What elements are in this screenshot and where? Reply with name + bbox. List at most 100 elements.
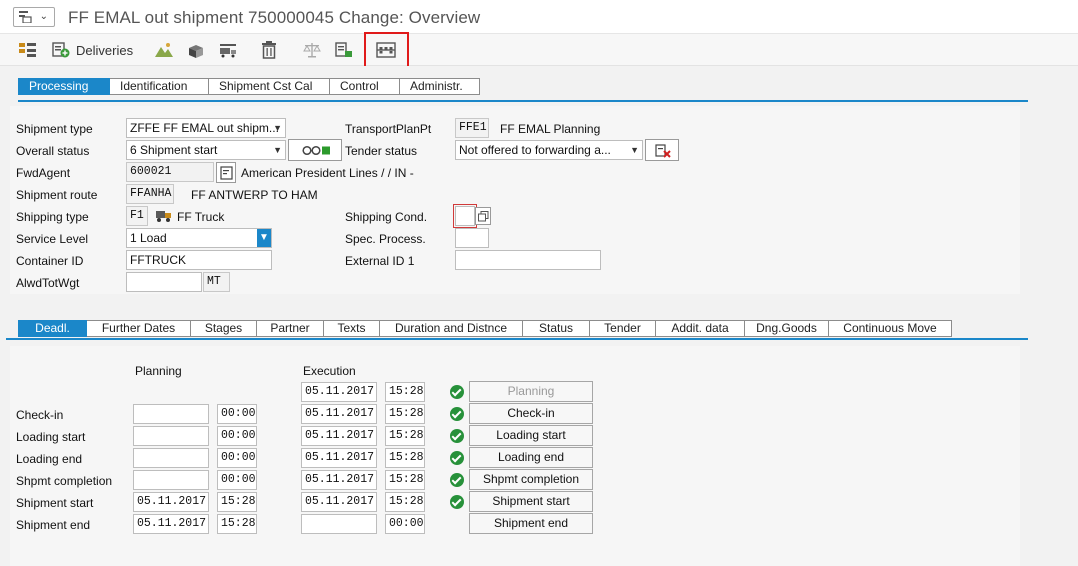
loading-start-button[interactable]: Loading start: [469, 425, 593, 446]
plan-date-field[interactable]: [133, 426, 209, 446]
check-in-button[interactable]: Check-in: [469, 403, 593, 424]
exec-time-field[interactable]: 15:28: [385, 470, 425, 490]
shipment-route-text: FF ANTWERP TO HAM: [191, 188, 318, 202]
planning-button[interactable]: Planning: [469, 381, 593, 402]
deadline-label-loading-end: Loading end: [16, 452, 83, 466]
execution-date-field[interactable]: 05.11.2017: [301, 382, 377, 402]
dropdown-arrow-icon: ▼: [273, 145, 282, 155]
hierarchy-button[interactable]: [18, 39, 38, 61]
exec-date-field[interactable]: 05.11.2017: [301, 404, 377, 424]
plan-date-field[interactable]: [133, 448, 209, 468]
tab-continuous-move[interactable]: Continuous Move: [829, 320, 952, 337]
plan-time-field[interactable]: 00:00: [217, 470, 257, 490]
service-level-select[interactable]: 1 Load ▼: [126, 228, 272, 248]
document-button[interactable]: [334, 39, 354, 61]
exec-time-field[interactable]: 15:28: [385, 426, 425, 446]
tab-tender[interactable]: Tender: [590, 320, 656, 337]
deadline-label-shpmt-completion: Shpmt completion: [16, 474, 113, 488]
dropdown-arrow-icon: ▼: [273, 123, 282, 133]
tab-texts[interactable]: Texts: [324, 320, 380, 337]
alwd-tot-wgt-field[interactable]: [126, 272, 202, 292]
plan-time-field[interactable]: 00:00: [217, 448, 257, 468]
tender-delete-button[interactable]: [645, 139, 679, 161]
dropdown-arrow-icon: ▼: [257, 229, 271, 247]
shipment-type-select[interactable]: ZFFE FF EMAL out shipm... ▼: [126, 118, 286, 138]
plan-time-field[interactable]: 15:28: [217, 514, 257, 534]
external-id-field[interactable]: [455, 250, 601, 270]
exec-date-field[interactable]: [301, 514, 377, 534]
shipment-start-button[interactable]: Shipment start: [469, 491, 593, 512]
container-id-field[interactable]: FFTRUCK: [126, 250, 272, 270]
deliveries-button[interactable]: Deliveries: [51, 39, 133, 61]
shpmt-completion-button[interactable]: Shpmt completion: [469, 469, 593, 490]
plan-date-field[interactable]: 05.11.2017: [133, 514, 209, 534]
balance-button[interactable]: [302, 39, 322, 61]
tab-control[interactable]: Control: [330, 78, 400, 95]
tab-processing[interactable]: Processing: [18, 78, 110, 95]
deadline-label-shipment-start: Shipment start: [16, 496, 94, 510]
exec-time-field[interactable]: 00:00: [385, 514, 425, 534]
planning-header: Planning: [135, 364, 182, 378]
tab-identification[interactable]: Identification: [110, 78, 209, 95]
package-button[interactable]: [186, 39, 206, 61]
plan-time-field[interactable]: 00:00: [217, 404, 257, 424]
menu-button[interactable]: ⌄: [13, 7, 55, 27]
delete-button[interactable]: [260, 39, 278, 61]
exec-date-field[interactable]: 05.11.2017: [301, 492, 377, 512]
plan-date-field[interactable]: [133, 470, 209, 490]
transport-button[interactable]: [218, 39, 238, 61]
fwd-agent-field[interactable]: 600021: [126, 162, 214, 182]
partner-details-button[interactable]: [216, 162, 236, 183]
status-lights-button[interactable]: [288, 139, 342, 161]
page-title: FF EMAL out shipment 750000045 Change: O…: [68, 8, 481, 27]
transport-plan-pt-field[interactable]: FFE1: [455, 118, 489, 138]
document-green-icon: [335, 42, 352, 57]
tender-status-select[interactable]: Not offered to forwarding a... ▼: [455, 140, 643, 160]
exec-time-field[interactable]: 15:28: [385, 492, 425, 512]
exec-time-field[interactable]: 15:28: [385, 404, 425, 424]
shipment-end-button[interactable]: Shipment end: [469, 513, 593, 534]
exec-date-field[interactable]: 05.11.2017: [301, 470, 377, 490]
tab-further-dates[interactable]: Further Dates: [87, 320, 191, 337]
tab-stages[interactable]: Stages: [191, 320, 257, 337]
alwd-tot-wgt-unit[interactable]: MT: [203, 272, 230, 292]
deadline-label-check-in: Check-in: [16, 408, 64, 422]
tab-deadlines[interactable]: Deadl.: [18, 320, 87, 337]
service-level-value: 1 Load: [130, 231, 167, 245]
plan-time-field[interactable]: 15:28: [217, 492, 257, 512]
spec-process-label: Spec. Process.: [345, 232, 426, 246]
execution-time-field[interactable]: 15:28: [385, 382, 425, 402]
tab-dng-goods[interactable]: Dng.Goods: [745, 320, 829, 337]
document-icon: [220, 166, 233, 180]
tab-duration-and-distnce[interactable]: Duration and Distnce: [380, 320, 523, 337]
tab-partner[interactable]: Partner: [257, 320, 324, 337]
exec-time-field[interactable]: 15:28: [385, 448, 425, 468]
exec-date-field[interactable]: 05.11.2017: [301, 426, 377, 446]
tab-underline: [18, 100, 1028, 102]
plan-date-field[interactable]: 05.11.2017: [133, 492, 209, 512]
tab-status[interactable]: Status: [523, 320, 590, 337]
chart-button[interactable]: [154, 39, 174, 61]
tab-shipment-cst-cal[interactable]: Shipment Cst Cal: [209, 78, 330, 95]
bottom-tab-strip: Deadl. Further Dates Stages Partner Text…: [18, 320, 952, 337]
spec-process-field[interactable]: [455, 228, 489, 248]
tab-addit-data[interactable]: Addit. data: [656, 320, 745, 337]
shipment-route-field[interactable]: FFANHA: [126, 184, 174, 204]
deliveries-icon: [52, 42, 70, 58]
shipment-route-label: Shipment route: [16, 188, 98, 202]
overall-status-select[interactable]: 6 Shipment start ▼: [126, 140, 286, 160]
plan-date-field[interactable]: [133, 404, 209, 424]
tab-administr[interactable]: Administr.: [400, 78, 480, 95]
external-id-label: External ID 1: [345, 254, 415, 268]
menu-icon: [19, 11, 32, 23]
truck-icon: [156, 211, 171, 222]
plan-time-field[interactable]: 00:00: [217, 426, 257, 446]
shipping-type-field[interactable]: F1: [126, 206, 148, 226]
transport-plan-pt-label: TransportPlanPt: [345, 122, 432, 136]
exec-date-field[interactable]: 05.11.2017: [301, 448, 377, 468]
title-bar: ⌄ FF EMAL out shipment 750000045 Change:…: [0, 0, 1078, 34]
tender-status-value: Not offered to forwarding a...: [459, 143, 611, 157]
loading-end-button[interactable]: Loading end: [469, 447, 593, 468]
shipping-cond-copy-button[interactable]: [475, 207, 491, 225]
fwd-agent-text: American President Lines / / IN -: [241, 166, 414, 180]
